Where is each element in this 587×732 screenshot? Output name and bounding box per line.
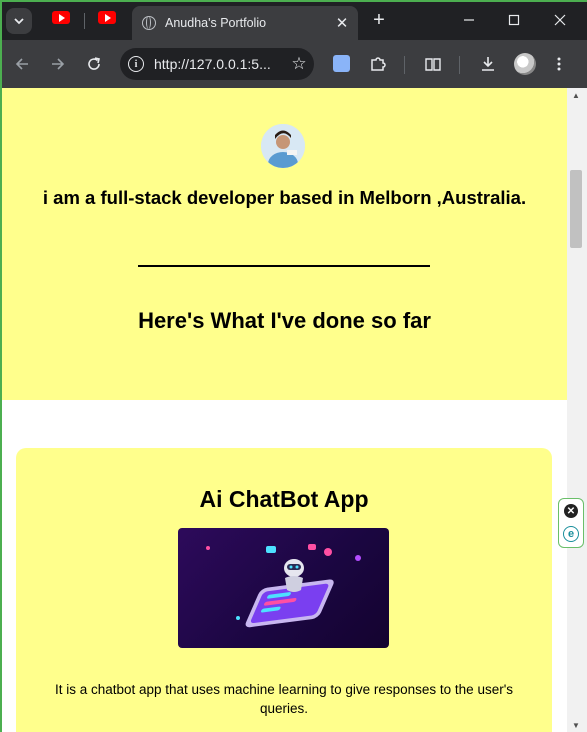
project-title: Ai ChatBot App (199, 486, 369, 512)
browser-menu-button[interactable] (547, 52, 571, 76)
new-tab-button[interactable]: + (368, 9, 390, 32)
intro-text: i am a full-stack developer based in Mel… (42, 187, 527, 208)
reload-icon (88, 57, 100, 70)
project-image (178, 528, 389, 648)
book-icon (425, 58, 441, 71)
browser-window: Anudha's Portfolio ✕ + i http://127.0.0.… (0, 0, 587, 732)
extensions-button[interactable] (366, 52, 390, 76)
toolbar-separator (459, 56, 460, 74)
widget-e-icon[interactable]: e (563, 526, 579, 542)
scroll-up-arrow-icon[interactable]: ▲ (572, 91, 580, 100)
tab-search-button[interactable] (6, 8, 32, 34)
reload-button[interactable] (82, 52, 106, 76)
youtube-tab-icon[interactable] (98, 11, 116, 24)
project-card: Ai ChatBot App It is a chatbot app that … (16, 448, 552, 732)
scroll-down-arrow-icon[interactable]: ▼ (572, 721, 580, 730)
close-window-button[interactable] (542, 8, 578, 32)
close-icon (554, 14, 566, 26)
puzzle-icon (371, 57, 386, 71)
profile-avatar[interactable] (514, 53, 536, 75)
site-info-icon[interactable]: i (128, 56, 144, 72)
globe-icon (142, 16, 156, 30)
section-heading: Here's What I've done so far (138, 308, 431, 333)
reading-mode-button[interactable] (421, 52, 445, 76)
widget-close-icon[interactable]: ✕ (564, 504, 578, 518)
tab-close-icon[interactable]: ✕ (330, 14, 354, 32)
browser-toolbar: i http://127.0.0.1:5... ☆ (2, 40, 587, 88)
person-icon (261, 124, 305, 168)
minimize-icon (464, 19, 474, 21)
tab-strip: Anudha's Portfolio ✕ + (2, 2, 587, 40)
download-icon (482, 57, 494, 71)
toolbar-separator (404, 56, 405, 74)
forward-button[interactable] (46, 52, 70, 76)
profile-photo (261, 124, 305, 168)
project-description: It is a chatbot app that uses machine le… (54, 682, 514, 716)
downloads-button[interactable] (476, 52, 500, 76)
maximize-icon (508, 14, 520, 26)
maximize-button[interactable] (496, 8, 532, 32)
tab-title: Anudha's Portfolio (165, 16, 267, 30)
page-scrollbar[interactable]: ▲ ▼ (567, 88, 587, 732)
chatbot-illustration-icon (206, 544, 361, 628)
page-viewport: i am a full-stack developer based in Mel… (2, 88, 567, 732)
tab-separator (84, 13, 85, 29)
more-vertical-icon (557, 57, 561, 71)
minimize-button[interactable] (451, 8, 487, 32)
bookmark-star-icon[interactable]: ☆ (286, 54, 312, 74)
hero-section: i am a full-stack developer based in Mel… (2, 88, 567, 400)
address-url[interactable]: http://127.0.0.1:5... (154, 56, 286, 72)
extension-icon[interactable] (333, 55, 350, 72)
divider-line (138, 265, 430, 267)
scrollbar-thumb[interactable] (570, 170, 582, 248)
address-bar[interactable]: i http://127.0.0.1:5... ☆ (120, 48, 314, 80)
chevron-down-icon (14, 18, 24, 25)
side-extension-widget: ✕ e (558, 498, 584, 548)
arrow-left-icon (15, 58, 28, 70)
youtube-tab-icon[interactable] (52, 11, 70, 24)
back-button[interactable] (10, 52, 34, 76)
arrow-right-icon (52, 58, 65, 70)
tab-portfolio[interactable]: Anudha's Portfolio ✕ (132, 6, 358, 40)
